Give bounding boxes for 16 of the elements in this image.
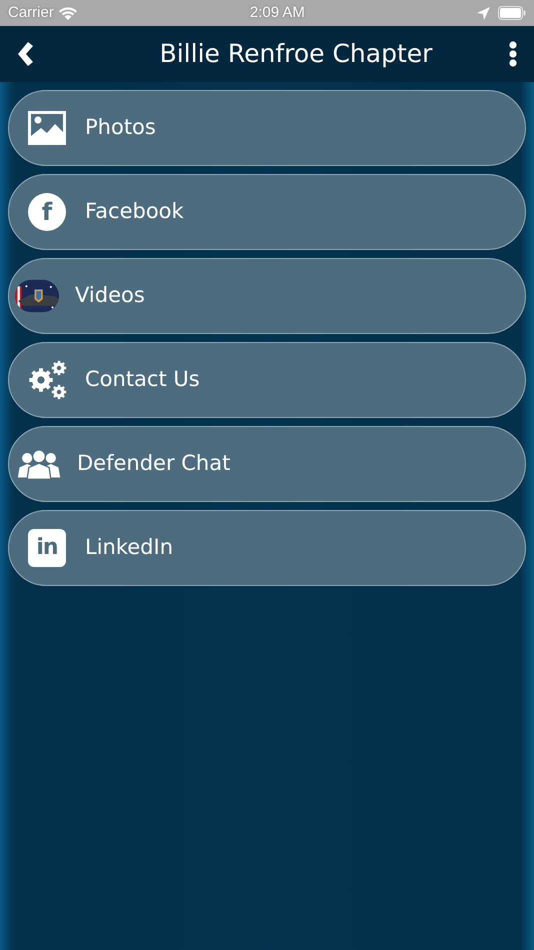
carrier-label: Carrier [8,2,54,23]
linkedin-icon: in [28,529,66,567]
menu-item[interactable]: f Facebook [8,174,526,250]
menu-item[interactable]: Defender Chat [8,426,526,502]
clock-time: 2:09 AM [250,2,305,23]
menu-item[interactable]: Contact Us [8,342,526,418]
facebook-icon: f [28,193,66,231]
screen-title: Billie Renfroe Chapter [160,38,432,70]
location-arrow-icon [476,6,490,20]
back-button[interactable] [16,41,36,67]
wifi-icon [58,6,78,20]
menu-item[interactable]: in LinkedIn [8,510,526,586]
menu-item[interactable]: Photos [8,90,526,166]
menu-item[interactable]: Videos [8,258,526,334]
more-options-button[interactable] [508,41,518,67]
battery-icon [498,6,526,20]
